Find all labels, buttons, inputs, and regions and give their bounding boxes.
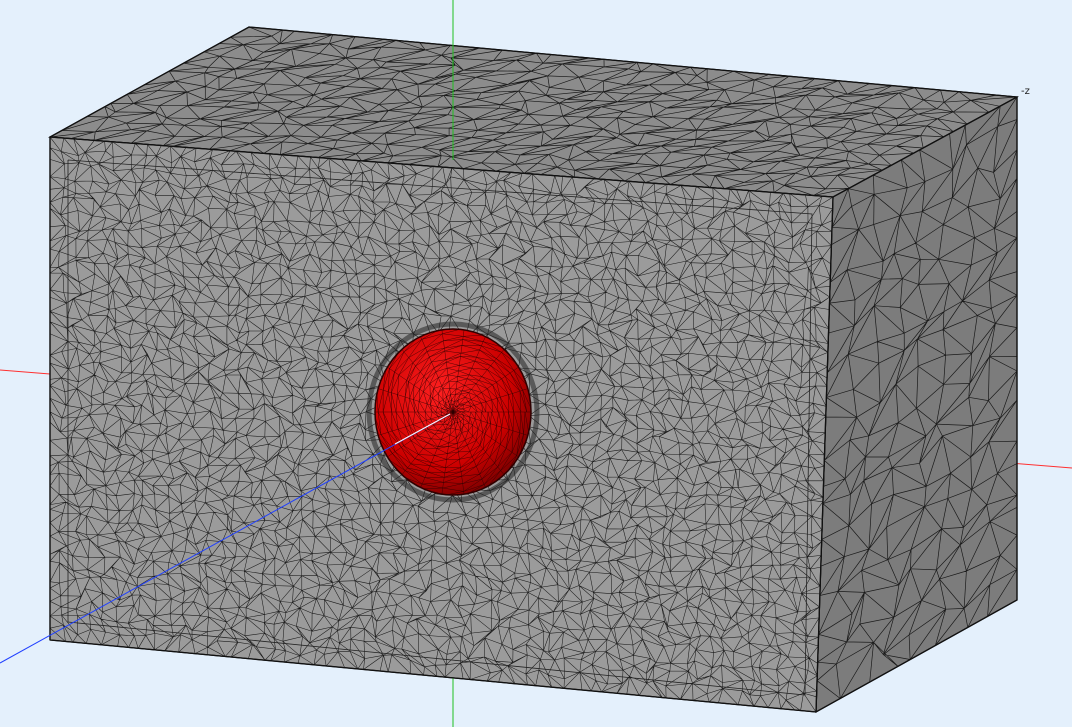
z-axis-label: -z [1021, 86, 1030, 97]
x-axis-left [0, 369, 51, 375]
3d-viewport[interactable]: -z [0, 0, 1072, 727]
mesh-scene[interactable] [0, 0, 1072, 727]
